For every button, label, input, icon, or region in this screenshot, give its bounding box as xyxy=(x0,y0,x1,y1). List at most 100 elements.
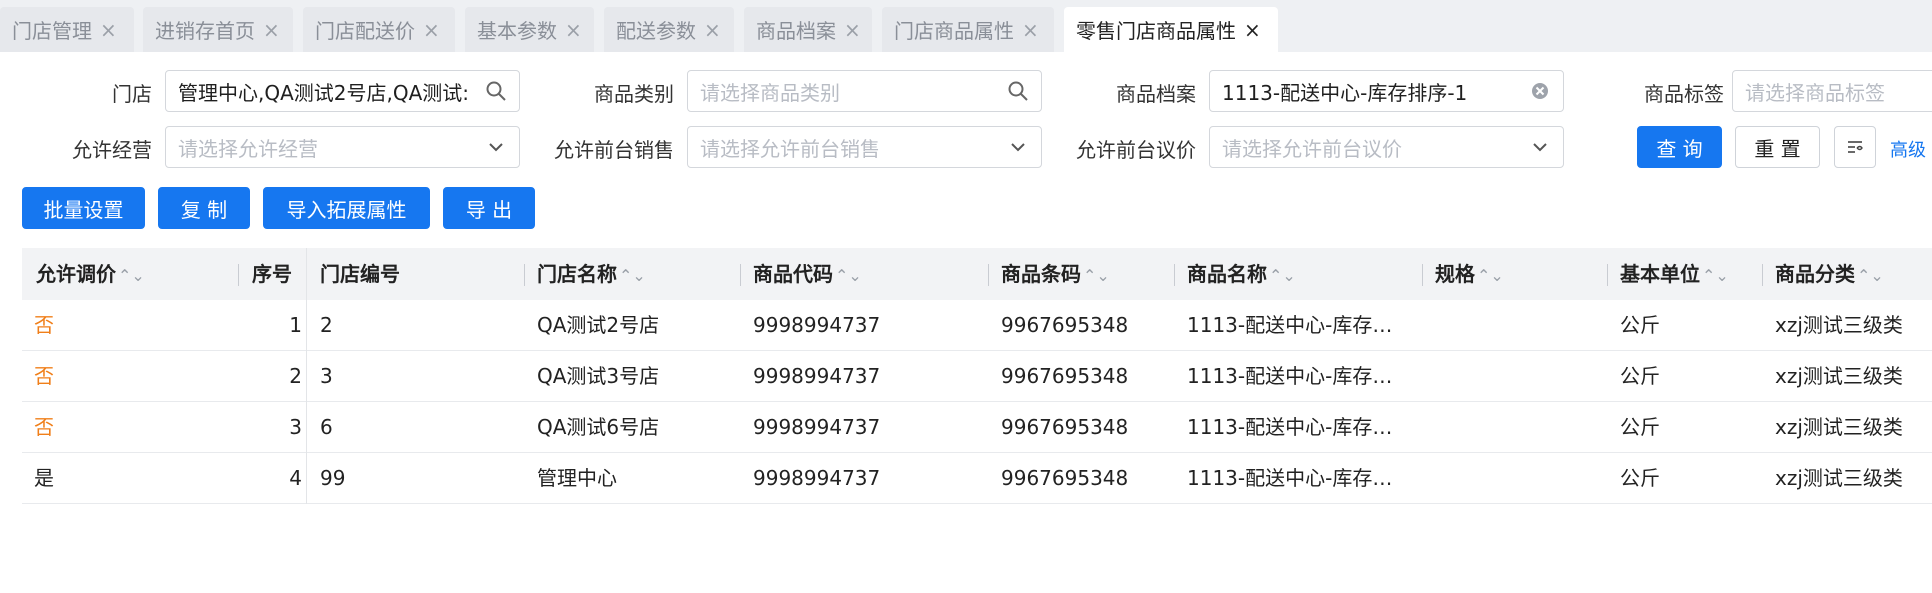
sort-icon[interactable]: ⌃⌄ xyxy=(1269,266,1296,285)
tab-label: 配送参数 xyxy=(616,19,696,43)
column-settings-button[interactable] xyxy=(1834,126,1876,168)
archive-select[interactable]: 1113-配送中心-库存排序-1 xyxy=(1209,70,1564,112)
table-row[interactable]: 否 3 6 QA测试6号店 9998994737 9967695348 1113… xyxy=(22,402,1932,453)
unit-cell: 公斤 xyxy=(1620,364,1660,388)
store-name-cell: QA测试3号店 xyxy=(537,364,660,388)
store-no-cell: 2 xyxy=(320,313,333,337)
sort-icon[interactable]: ⌃⌄ xyxy=(118,266,145,285)
close-icon[interactable]: × xyxy=(1244,18,1261,42)
column-divider[interactable] xyxy=(524,264,525,286)
column-divider[interactable] xyxy=(1762,264,1763,286)
allow-price-adjust-cell[interactable]: 是 xyxy=(34,453,54,503)
column-header-product-code[interactable]: 商品代码 ⌃⌄ xyxy=(753,248,862,300)
close-icon[interactable]: × xyxy=(263,18,280,42)
column-header-allow-price-adjust[interactable]: 允许调价 ⌃⌄ xyxy=(36,248,145,300)
sort-icon[interactable]: ⌃⌄ xyxy=(1083,266,1110,285)
column-divider[interactable] xyxy=(1174,264,1175,286)
tab-delivery-params[interactable]: 配送参数 × xyxy=(604,7,734,52)
store-no-cell: 3 xyxy=(320,364,333,388)
product-name-cell: 1113-配送中心-库存… xyxy=(1187,415,1393,439)
archive-value: 1113-配送中心-库存排序-1 xyxy=(1222,80,1468,105)
reset-button[interactable]: 重 置 xyxy=(1735,126,1820,168)
list-settings-icon xyxy=(1848,141,1863,153)
close-icon[interactable]: × xyxy=(704,18,721,42)
store-select[interactable]: 管理中心,QA测试2号店,QA测试: xyxy=(165,70,520,112)
search-icon[interactable] xyxy=(1007,80,1029,102)
category-cell: xzj测试三级类 xyxy=(1775,415,1903,439)
archive-label: 商品档案 xyxy=(1116,82,1196,106)
product-code-cell: 9998994737 xyxy=(753,466,881,490)
allow-business-label: 允许经营 xyxy=(72,138,152,162)
table-row[interactable]: 是 4 99 管理中心 9998994737 9967695348 1113-配… xyxy=(22,453,1932,504)
allow-front-bargain-select[interactable]: 请选择允许前台议价 xyxy=(1209,126,1564,168)
copy-button[interactable]: 复 制 xyxy=(158,187,250,229)
allow-business-placeholder: 请选择允许经营 xyxy=(178,136,318,161)
store-no-cell: 99 xyxy=(320,466,346,490)
tab-retail-store-product-attributes[interactable]: 零售门店商品属性 × xyxy=(1064,7,1278,52)
product-name-cell: 1113-配送中心-库存… xyxy=(1187,466,1393,490)
seq-cell: 2 xyxy=(289,364,302,388)
close-icon[interactable]: × xyxy=(100,18,117,42)
column-divider[interactable] xyxy=(740,264,741,286)
allow-price-adjust-cell[interactable]: 否 xyxy=(34,351,54,401)
tab-label: 进销存首页 xyxy=(155,19,255,43)
tag-placeholder: 请选择商品标签 xyxy=(1745,80,1885,105)
column-header-barcode[interactable]: 商品条码 ⌃⌄ xyxy=(1001,248,1110,300)
allow-front-sale-select[interactable]: 请选择允许前台销售 xyxy=(687,126,1042,168)
allow-price-adjust-cell[interactable]: 否 xyxy=(34,402,54,452)
close-icon[interactable]: × xyxy=(565,18,582,42)
unit-cell: 公斤 xyxy=(1620,313,1660,337)
close-icon[interactable]: × xyxy=(844,18,861,42)
close-icon[interactable]: × xyxy=(1022,18,1039,42)
tab-store-product-attributes[interactable]: 门店商品属性 × xyxy=(882,7,1054,52)
store-label: 门店 xyxy=(112,82,152,106)
seq-cell: 3 xyxy=(289,415,302,439)
sort-icon[interactable]: ⌃⌄ xyxy=(1857,266,1884,285)
category-cell: xzj测试三级类 xyxy=(1775,364,1903,388)
query-button[interactable]: 查 询 xyxy=(1637,126,1722,168)
column-header-unit[interactable]: 基本单位 ⌃⌄ xyxy=(1620,248,1729,300)
import-extended-attributes-button[interactable]: 导入拓展属性 xyxy=(263,187,430,229)
column-header-spec[interactable]: 规格 ⌃⌄ xyxy=(1435,248,1504,300)
tab-label: 商品档案 xyxy=(756,19,836,43)
category-select[interactable]: 请选择商品类别 xyxy=(687,70,1042,112)
column-divider[interactable] xyxy=(1607,264,1608,286)
tab-basic-params[interactable]: 基本参数 × xyxy=(465,7,594,52)
allow-business-select[interactable]: 请选择允许经营 xyxy=(165,126,520,168)
table-row[interactable]: 否 1 2 QA测试2号店 9998994737 9967695348 1113… xyxy=(22,300,1932,351)
sort-icon[interactable]: ⌃⌄ xyxy=(835,266,862,285)
tab-product-archive[interactable]: 商品档案 × xyxy=(744,7,872,52)
tab-label: 门店商品属性 xyxy=(894,19,1014,43)
allow-price-adjust-cell[interactable]: 否 xyxy=(34,300,54,350)
tab-store-delivery-price[interactable]: 门店配送价 × xyxy=(303,7,455,52)
column-divider[interactable] xyxy=(988,264,989,286)
sort-icon[interactable]: ⌃⌄ xyxy=(1702,266,1729,285)
column-divider[interactable] xyxy=(238,264,239,286)
column-header-seq: 序号 xyxy=(252,262,292,286)
tab-store-management[interactable]: 门店管理 × xyxy=(0,7,134,52)
tag-select[interactable]: 请选择商品标签 xyxy=(1732,70,1932,112)
product-code-cell: 9998994737 xyxy=(753,415,881,439)
product-name-cell: 1113-配送中心-库存… xyxy=(1187,313,1393,337)
allow-front-bargain-label: 允许前台议价 xyxy=(1076,138,1196,162)
export-button[interactable]: 导 出 xyxy=(443,187,535,229)
sort-icon[interactable]: ⌃⌄ xyxy=(619,266,646,285)
column-header-product-name[interactable]: 商品名称 ⌃⌄ xyxy=(1187,248,1296,300)
search-icon[interactable] xyxy=(485,80,507,102)
product-code-cell: 9998994737 xyxy=(753,313,881,337)
allow-front-sale-label: 允许前台销售 xyxy=(554,138,674,162)
seq-cell: 4 xyxy=(289,466,302,490)
clear-icon[interactable] xyxy=(1529,80,1551,102)
column-header-store-name[interactable]: 门店名称 ⌃⌄ xyxy=(537,248,646,300)
column-header-category[interactable]: 商品分类 ⌃⌄ xyxy=(1775,248,1884,300)
store-name-cell: QA测试2号店 xyxy=(537,313,660,337)
tab-inventory-home[interactable]: 进销存首页 × xyxy=(143,7,293,52)
tab-label: 零售门店商品属性 xyxy=(1076,19,1236,43)
sort-icon[interactable]: ⌃⌄ xyxy=(1477,266,1504,285)
batch-set-button[interactable]: 批量设置 xyxy=(22,187,145,229)
close-icon[interactable]: × xyxy=(423,18,440,42)
advanced-search-link[interactable]: 高级 xyxy=(1890,136,1926,162)
table-header: 允许调价 ⌃⌄ 序号 门店编号 门店名称 ⌃⌄ 商品代码 ⌃⌄ 商品条码 ⌃⌄ 商品名称… xyxy=(22,248,1932,300)
table-row[interactable]: 否 2 3 QA测试3号店 9998994737 9967695348 1113… xyxy=(22,351,1932,402)
column-divider[interactable] xyxy=(1422,264,1423,286)
